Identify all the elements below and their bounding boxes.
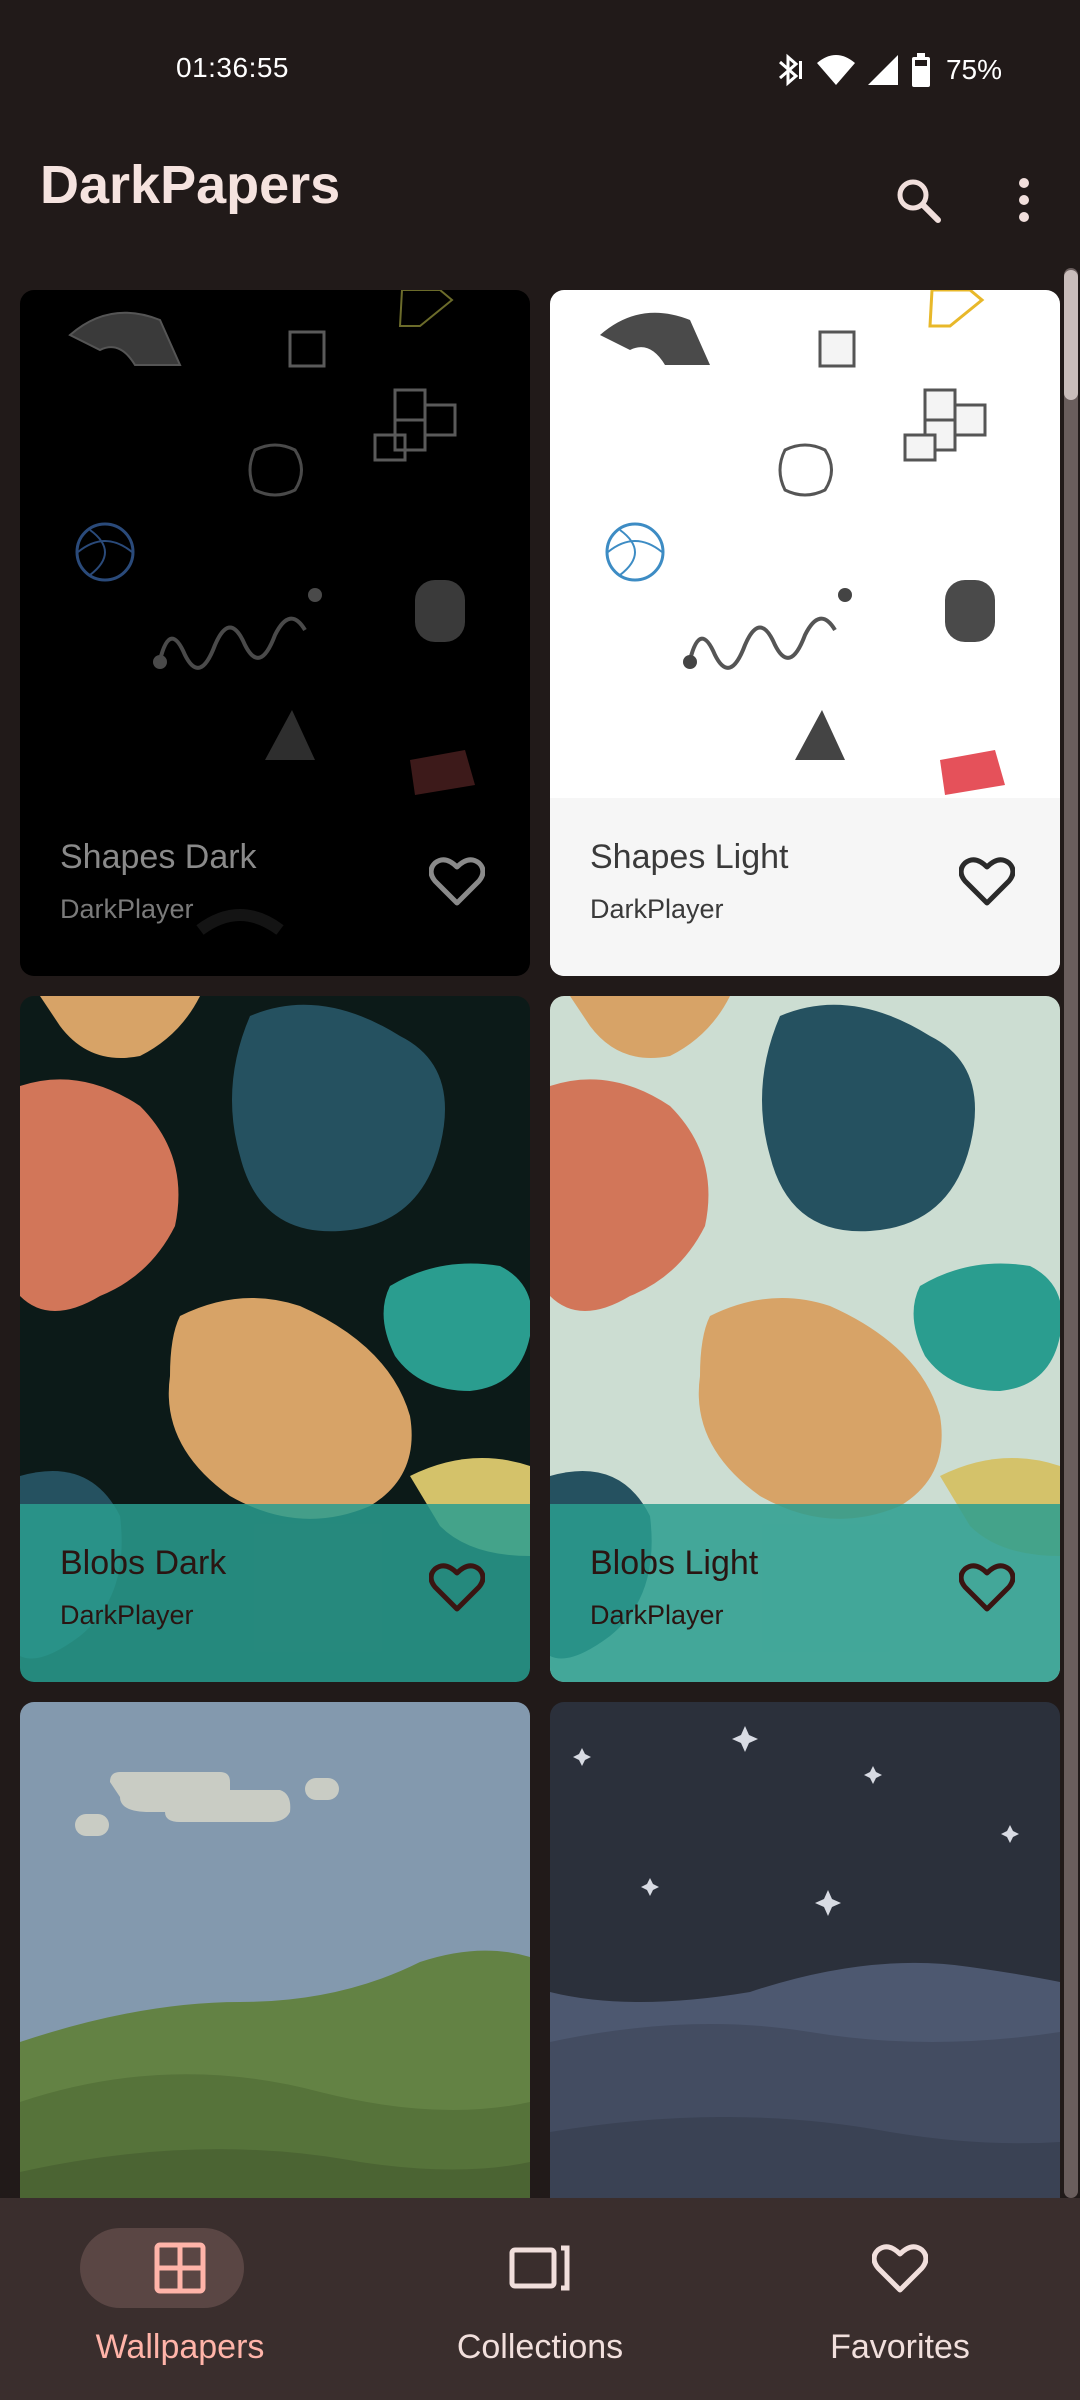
wifi-icon [816, 55, 855, 85]
scrollbar[interactable] [1064, 268, 1078, 2198]
heart-outline-icon [429, 857, 485, 906]
wallpaper-author: DarkPlayer [590, 894, 724, 924]
favorite-button[interactable] [956, 850, 1018, 912]
nav-label-collections: Collections [456, 2328, 624, 2366]
battery-percentage: 75% [945, 54, 1002, 85]
bottom-navigation: Wallpapers Collections Favorites [0, 2198, 1080, 2400]
wallpaper-title: Shapes Light [590, 838, 789, 876]
status-icons: 75% [772, 50, 1002, 90]
wallpaper-card-shapes-light[interactable]: Shapes Light DarkPlayer [550, 290, 1060, 976]
wallpaper-title: Shapes Dark [60, 838, 257, 876]
wallpaper-author: DarkPlayer [590, 1600, 724, 1630]
wallpaper-card-hills-day[interactable] [20, 1702, 530, 2198]
wallpaper-author: DarkPlayer [60, 1600, 194, 1630]
wallpaper-card-blobs-light[interactable]: Blobs Light DarkPlayer [550, 996, 1060, 1682]
wallpaper-title: Blobs Light [590, 1544, 759, 1582]
wallpaper-card-shapes-dark[interactable]: Shapes Dark DarkPlayer [20, 290, 530, 976]
heart-icon [872, 2244, 928, 2293]
heart-outline-icon [429, 1563, 485, 1612]
wallpaper-card-blobs-dark[interactable]: Blobs Dark DarkPlayer [20, 996, 530, 1682]
nav-item-wallpapers[interactable]: Wallpapers [0, 2198, 360, 2400]
status-bar: 01:36:55 75% [0, 0, 1080, 140]
signal-icon [867, 55, 898, 85]
card-footer: Blobs Light DarkPlayer [550, 1504, 1060, 1682]
nav-item-favorites[interactable]: Favorites [720, 2198, 1080, 2400]
status-time: 01:36:55 [176, 52, 289, 83]
favorite-button[interactable] [426, 1556, 488, 1618]
nav-icon-container [720, 2238, 1080, 2298]
card-footer: Shapes Dark DarkPlayer [20, 798, 530, 976]
heart-outline-icon [959, 857, 1015, 906]
wallpaper-author: DarkPlayer [60, 894, 194, 924]
nav-icon-container [0, 2238, 360, 2298]
battery-icon [911, 53, 930, 87]
favorite-button[interactable] [426, 850, 488, 912]
wallpaper-preview-hills-day [20, 1772, 530, 2198]
wallpaper-title: Blobs Dark [60, 1544, 227, 1582]
nav-item-collections[interactable]: Collections [360, 2198, 720, 2400]
nav-icon-container [360, 2238, 720, 2298]
more-options-button[interactable] [984, 160, 1064, 240]
grid-icon [154, 2242, 206, 2294]
bluetooth-icon [778, 53, 802, 87]
nav-label-favorites: Favorites [830, 2328, 970, 2366]
heart-outline-icon [959, 1563, 1015, 1612]
app-title: DarkPapers [40, 155, 341, 215]
wallpaper-preview-hills-night [550, 1726, 1060, 2198]
card-footer: Shapes Light DarkPlayer [550, 798, 1060, 976]
card-footer: Blobs Dark DarkPlayer [20, 1504, 530, 1682]
nav-label-wallpapers: Wallpapers [95, 2328, 265, 2366]
wallpaper-card-hills-night[interactable] [550, 1702, 1060, 2198]
favorite-button[interactable] [956, 1556, 1018, 1618]
search-icon [897, 179, 941, 223]
wallpaper-grid[interactable]: Shapes Dark DarkPlayer Shapes Light Dark… [20, 290, 1060, 2198]
more-vert-icon [1019, 178, 1029, 222]
scrollbar-thumb[interactable] [1064, 270, 1078, 400]
app-bar: DarkPapers [0, 140, 1080, 280]
search-button[interactable] [878, 160, 958, 240]
collections-icon [509, 2245, 570, 2291]
